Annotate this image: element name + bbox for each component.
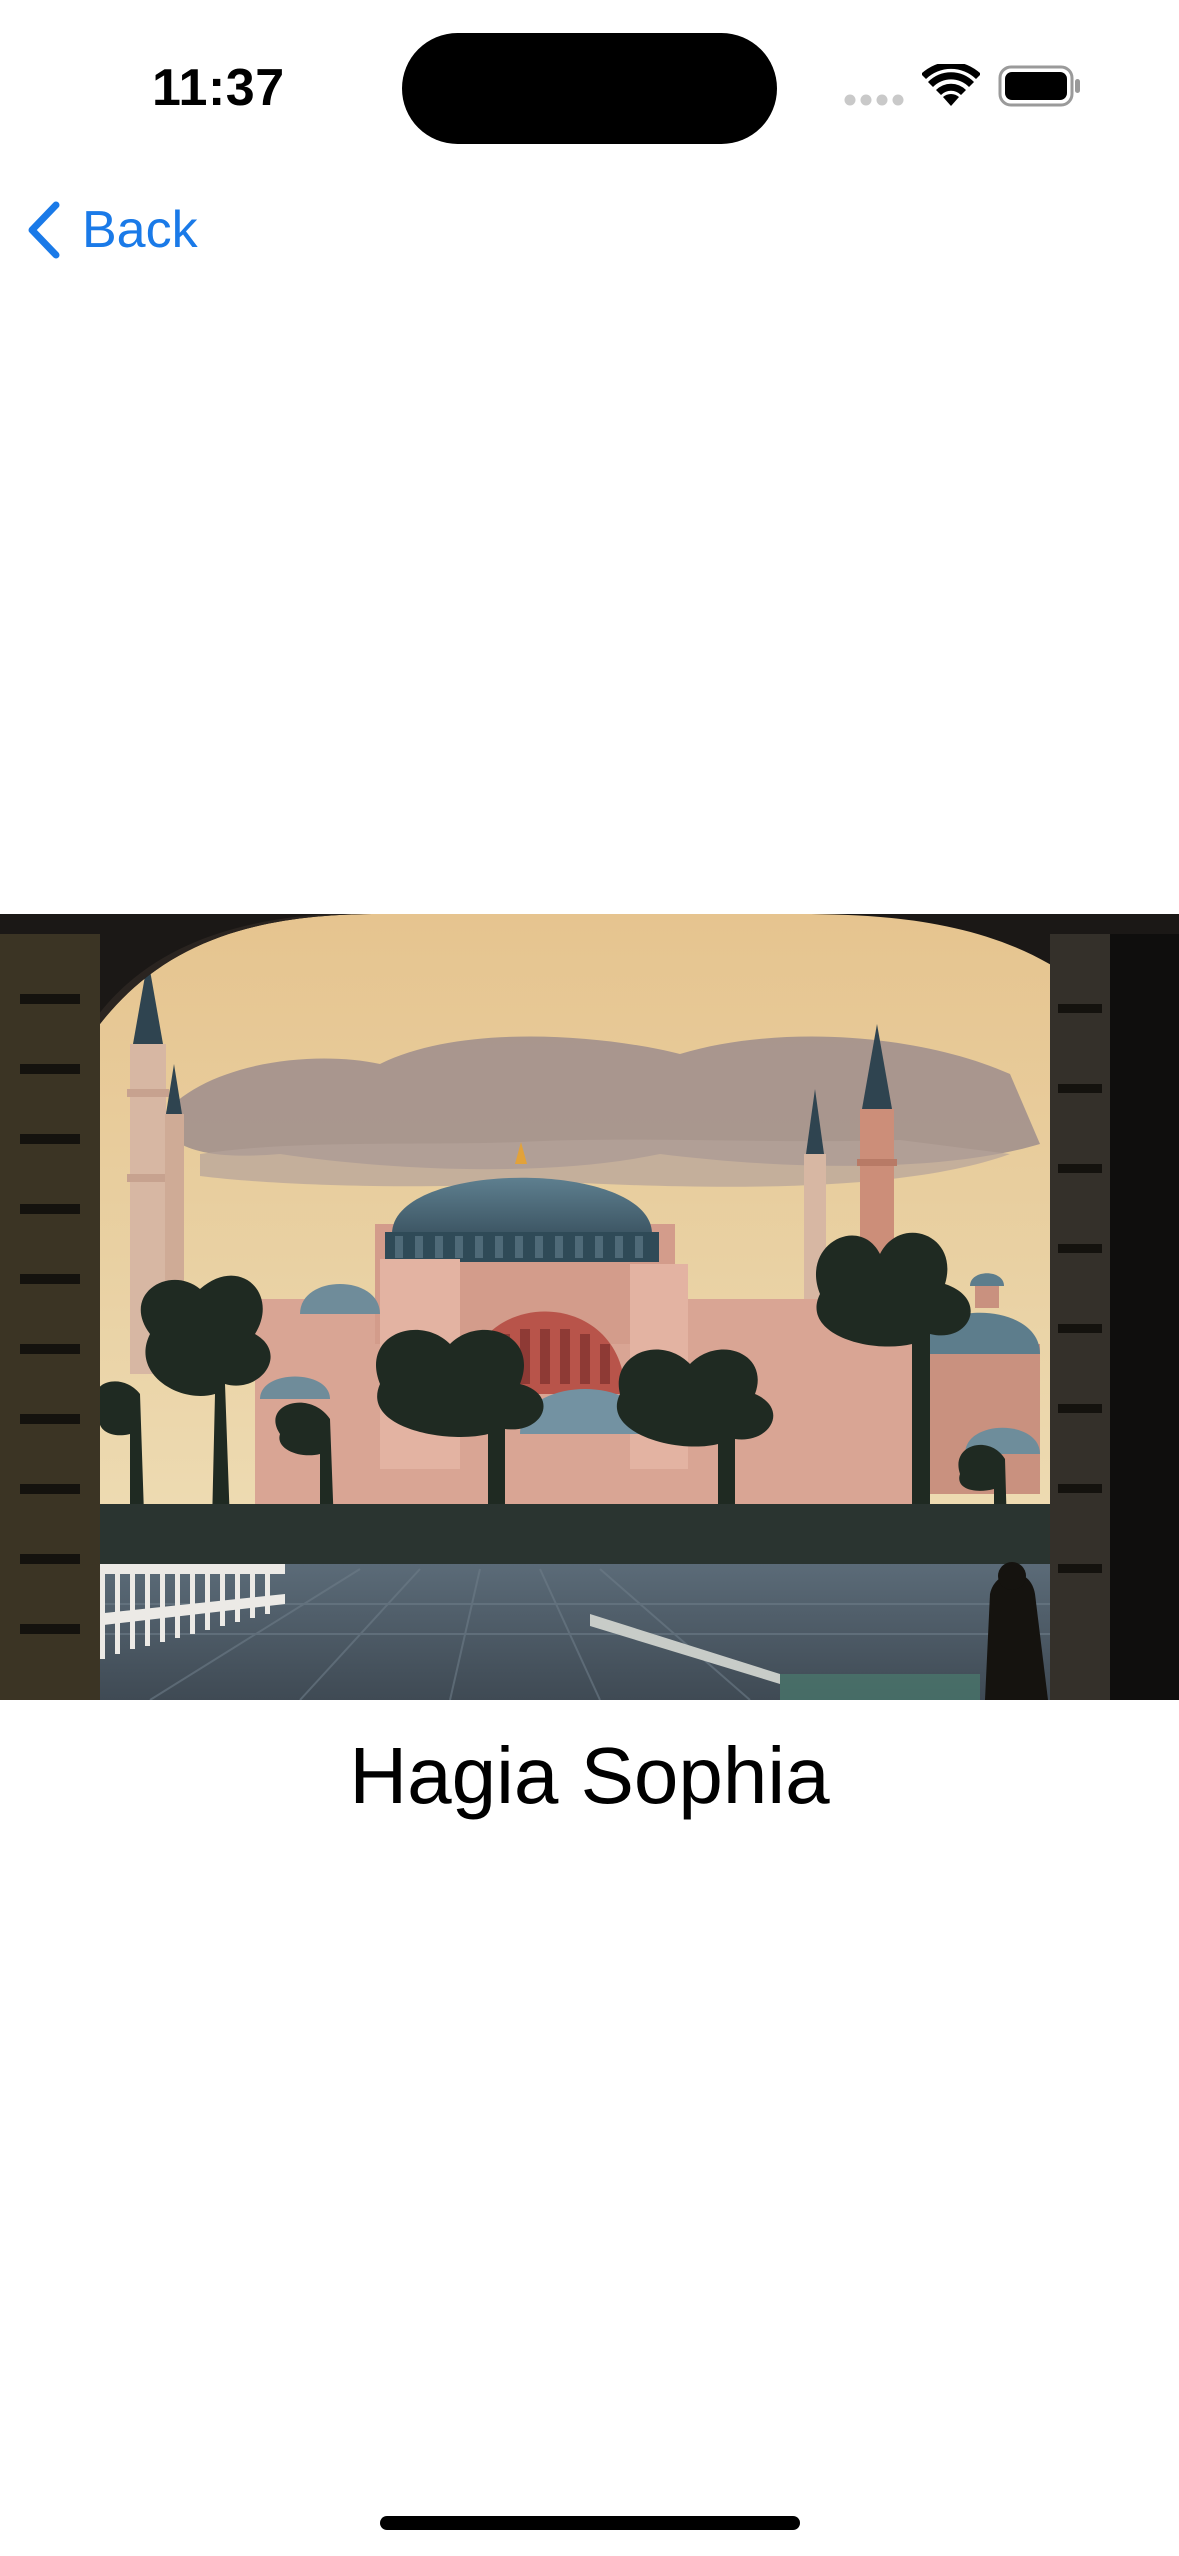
battery-icon (998, 65, 1080, 107)
place-title: Hagia Sophia (349, 1731, 830, 1820)
back-button[interactable]: Back (24, 190, 198, 270)
chevron-left-icon (28, 201, 60, 259)
status-bar: 11:37 (0, 0, 1179, 180)
cellular-signal-icon (844, 94, 904, 106)
back-button-label: Back (82, 201, 198, 259)
status-time: 11:37 (152, 59, 285, 117)
wifi-icon (922, 64, 980, 106)
hero-image (0, 914, 1179, 1700)
dynamic-island (402, 33, 777, 144)
home-indicator[interactable] (380, 2516, 800, 2530)
